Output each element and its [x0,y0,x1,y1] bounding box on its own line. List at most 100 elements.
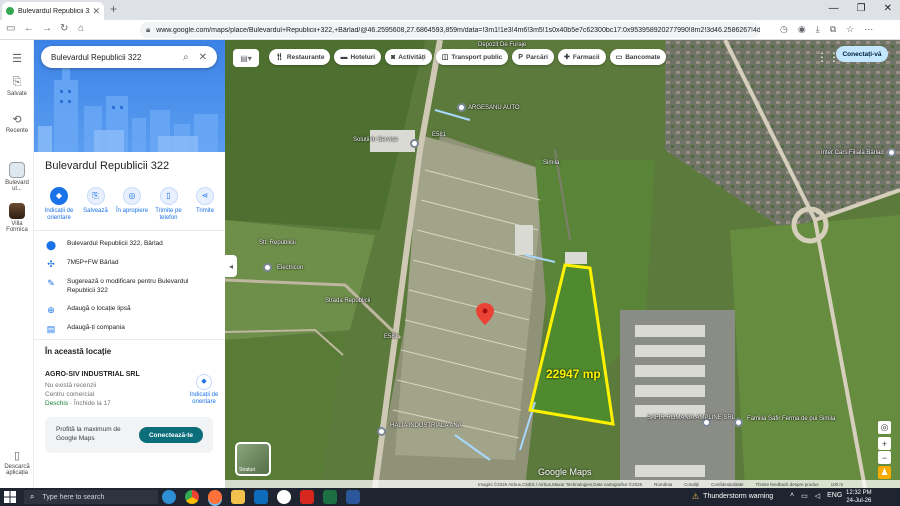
business-name[interactable]: AGRO-SIV INDUSTRIAL SRL [45,371,185,378]
edge-icon[interactable] [162,490,176,504]
chip-hotels[interactable]: ▬ Hoteluri [334,49,382,65]
map-label[interactable]: Depozit De Furaje [478,42,526,48]
close-tab-icon[interactable]: ✕ [92,6,100,17]
lock-icon: 🔒︎ [146,25,151,34]
map-label[interactable]: Electricon [277,265,303,271]
phone-icon: ▯ [159,187,178,205]
language-indicator[interactable]: ENG [827,492,842,500]
menu-button[interactable]: ☰ [0,52,34,67]
browser-tab[interactable]: Bulevardul Republicii 322 – Goo ✕ [2,2,104,20]
address-bar[interactable]: 🔒︎ www.google.com/maps/place/Bulevardul+… [140,22,760,38]
poi-marker-icon[interactable] [410,139,419,148]
layers-toggle[interactable]: Straturi [235,442,271,476]
terms-link[interactable]: Condiții [684,482,699,487]
taskbar-search[interactable]: ⌕ Type here to search [24,490,158,504]
excel-icon[interactable] [323,490,337,504]
address-row[interactable]: ⬤ Bulevardul Republicii 322, Bârlad [34,240,225,251]
poi-marker-icon[interactable] [377,427,386,436]
firefox-icon[interactable] [208,490,222,504]
app-icon[interactable] [277,490,291,504]
back-icon[interactable]: ← [24,23,34,34]
business-listing[interactable]: AGRO-SIV INDUSTRIAL SRL Nu există recenz… [45,371,185,408]
my-location-icon[interactable]: ◎ [878,421,891,434]
acrobat-icon[interactable] [300,490,314,504]
sidebar-toggle-icon[interactable]: ▭ [6,23,15,34]
save-button[interactable]: ⎘ Salvează [79,187,113,222]
new-tab-icon[interactable]: + [110,2,117,16]
clock-time: 12:32 PM [846,490,872,496]
zoom-in-button[interactable]: + [878,437,891,450]
business-directions-button[interactable]: ◆ Indicații de orientare [184,374,224,406]
system-clock[interactable]: 12:32 PM 24-Jul-26 [846,489,872,505]
home-icon[interactable]: ⌂ [78,23,84,34]
sign-in-button[interactable]: Conectează-te [139,427,203,443]
poi-marker-icon[interactable] [263,263,272,272]
map-label[interactable]: HALIA INDUSTRIALA ANA [390,423,462,429]
map-label[interactable]: Soluții în Service [353,137,398,143]
download-app-button[interactable]: ▯ Descarcă aplicația [0,449,34,476]
minimize-icon[interactable]: — [829,3,839,14]
chip-restaurants[interactable]: 🍴︎ Restaurante [269,49,331,65]
search-icon[interactable]: ⌕ [183,52,189,63]
layer-menu-button[interactable]: ▤▾ [233,49,259,67]
file-explorer-icon[interactable] [231,490,245,504]
directions-button[interactable]: ◆ Indicații de orientare [42,187,76,222]
suggest-edit-row[interactable]: ✎ Sugerează o modificare pentru Bulevardu… [34,278,225,296]
poi-marker-icon[interactable] [887,148,896,157]
chrome-icon[interactable] [185,490,199,504]
weather-widget[interactable]: ⚠ Thunderstorm warning [692,492,773,501]
chip-atms[interactable]: ▭ Bancomate [609,49,667,65]
add-missing-place-row[interactable]: ⊕ Adaugă o locație lipsă [34,305,225,316]
share-button[interactable]: ⋖ Trimite [188,187,222,222]
network-icon[interactable]: ▭ [801,492,808,500]
pegman-icon[interactable]: ♟ [878,466,891,479]
chip-activities[interactable]: ◙ Activități [385,49,432,65]
poi-marker-icon[interactable] [457,103,466,112]
poi-marker-icon[interactable] [734,418,743,427]
bookmark-icon: ⎘ [86,187,105,205]
chip-transit[interactable]: ◫ Transport public [435,49,509,65]
chip-label: Parcări [525,53,548,61]
extensions-icon[interactable]: ⧉ [830,24,836,35]
recent-button[interactable]: ⟲ Recente [0,113,34,134]
windows-start-icon[interactable] [4,491,16,503]
history-icon[interactable]: ◷ [780,24,788,35]
word-icon[interactable] [346,490,360,504]
map-label[interactable]: SAFIR ROMANIA AMPLINE SRL [647,415,735,421]
maximize-icon[interactable]: ❐ [857,3,866,14]
scale-bar[interactable]: 100 m [831,482,844,487]
zoom-out-button[interactable]: − [878,451,891,464]
recent-place-1[interactable]: Bulevard ul... [0,162,34,192]
privacy-link[interactable]: Confidențialitate [711,482,743,487]
recent-place-2[interactable]: Villa Formica [0,203,34,233]
sign-in-map-button[interactable]: Conectați-vă [836,46,888,62]
search-box[interactable]: Bulevardul Republicii 322 ⌕ ✕ [41,46,217,68]
chevron-up-icon[interactable]: ˄ [790,492,794,500]
reload-icon[interactable]: ↻ [60,23,68,34]
account-icon[interactable]: ◉ [798,24,806,35]
map-label[interactable]: ARGESANU AUTO [468,105,520,111]
forward-icon[interactable]: → [42,23,52,34]
favorites-icon[interactable]: ☆ [846,24,854,35]
volume-icon[interactable]: ◁ [815,492,820,500]
satellite-map[interactable]: ▤▾ 🍴︎ Restaurante ▬ Hoteluri ◙ Activități ◫… [225,40,900,488]
more-icon[interactable]: ⋯ [864,24,873,35]
chip-parking[interactable]: P Parcări [512,49,554,65]
chip-pharmacies[interactable]: ✚ Farmacii [557,49,606,65]
close-window-icon[interactable]: ✕ [884,3,892,14]
add-business-row[interactable]: ▤ Adaugă-ți compania [34,324,225,335]
download-icon[interactable]: ⤓ [816,24,820,35]
bus-icon: ◫ [441,54,449,61]
collapse-panel-button[interactable]: ◂ [225,255,237,277]
map-label[interactable]: Familia Safir Ferma de pui Simila [747,416,835,422]
feedback-link[interactable]: Trimite feedback despre produs [755,482,818,487]
map-label[interactable]: Inter Cars Filiala Bârlad [821,150,884,156]
send-to-phone-button[interactable]: ▯ Trimite pe telefon [152,187,186,222]
plus-code-row[interactable]: ✣ 7M5P+FW Bârlad [34,259,225,270]
outlook-icon[interactable] [254,490,268,504]
close-icon[interactable]: ✕ [199,52,207,63]
nearby-button[interactable]: ◎ În apropiere [115,187,149,222]
saved-button[interactable]: ⎘ Salvate [0,76,34,97]
search-input[interactable]: Bulevardul Republicii 322 [51,53,183,62]
country-link[interactable]: România [654,482,672,487]
